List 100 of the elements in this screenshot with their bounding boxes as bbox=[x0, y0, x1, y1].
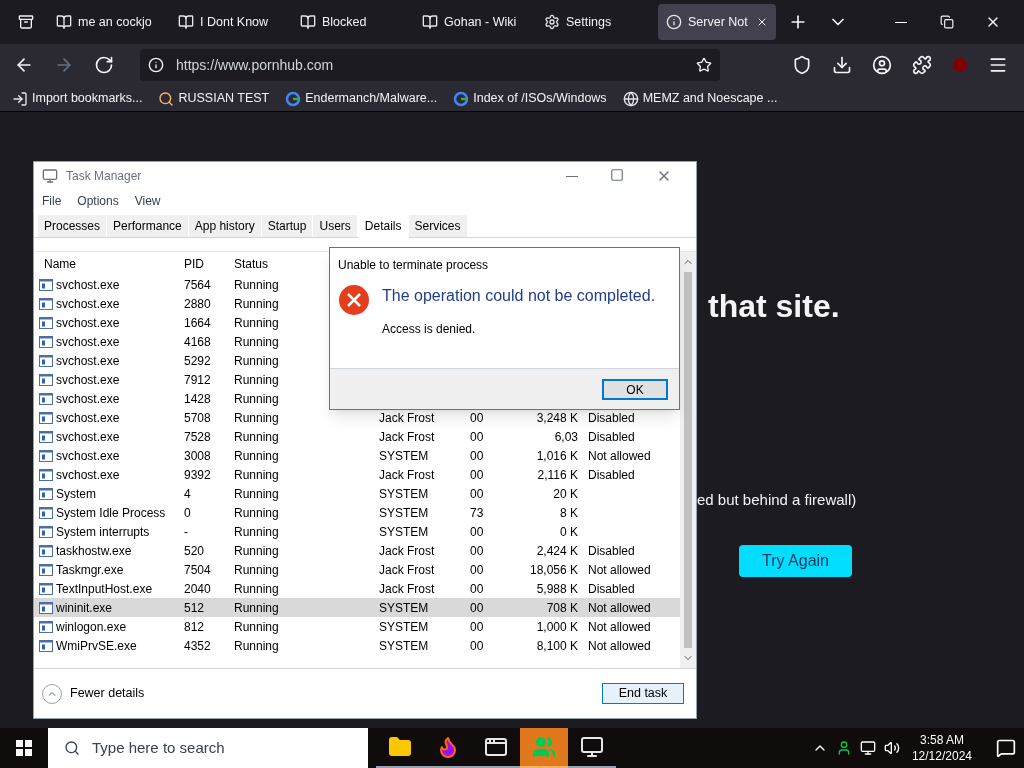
table-cell: Running bbox=[234, 619, 279, 634]
table-cell-text: svchost.exe bbox=[56, 352, 120, 370]
table-cell-text: svchost.exe bbox=[56, 276, 120, 294]
table-cell-text: svchost.exe bbox=[56, 390, 120, 408]
table-cell-text: svchost.exe bbox=[56, 314, 120, 332]
dialog-message: Access is denied. bbox=[382, 321, 477, 338]
table-cell: 0 bbox=[184, 505, 191, 520]
table-cell: SYSTEM bbox=[379, 524, 429, 539]
url-text: https://www.pornhub.com bbox=[176, 55, 334, 75]
table-cell: Running bbox=[234, 505, 279, 520]
table-cell: Running bbox=[234, 334, 279, 349]
table-cell-text: Taskmgr.exe bbox=[56, 561, 124, 579]
table-cell: Running bbox=[234, 486, 279, 501]
table-cell: Running bbox=[234, 467, 279, 482]
table-cell-text: svchost.exe bbox=[56, 428, 120, 446]
table-cell: Not allowed bbox=[588, 562, 651, 577]
table-cell-text: System Idle Process bbox=[56, 504, 166, 522]
table-cell: 00 bbox=[470, 467, 484, 482]
table-cell: Disabled bbox=[588, 543, 635, 558]
table-cell-text: svchost.exe bbox=[56, 371, 120, 389]
table-cell: Running bbox=[234, 448, 279, 463]
dialog-title: Unable to terminate process bbox=[337, 257, 490, 274]
table-cell: Running bbox=[234, 391, 279, 406]
table-cell: Running bbox=[234, 581, 279, 596]
table-cell: Jack Frost bbox=[379, 410, 435, 425]
table-cell: 2880 bbox=[184, 296, 211, 311]
table-cell: 00 bbox=[470, 619, 484, 634]
table-cell: Disabled bbox=[588, 581, 635, 596]
table-cell: 520 bbox=[184, 543, 205, 558]
table-cell: - bbox=[184, 524, 188, 539]
dialog-heading: The operation could not be completed. bbox=[382, 286, 656, 306]
table-cell: 18,056 K bbox=[529, 562, 578, 577]
table-cell-text: svchost.exe bbox=[56, 466, 120, 484]
table-cell: 512 bbox=[184, 600, 205, 615]
table-cell-text: taskhostw.exe bbox=[56, 542, 132, 560]
tab-title: me an cockjo bbox=[78, 13, 152, 31]
table-cell: Running bbox=[234, 429, 279, 444]
table-cell-text: winlogon.exe bbox=[56, 618, 127, 636]
table-cell: 7528 bbox=[184, 429, 211, 444]
table-cell: 00 bbox=[470, 524, 484, 539]
table-cell: 7564 bbox=[184, 277, 211, 292]
table-cell: Jack Frost bbox=[379, 562, 435, 577]
table-cell: SYSTEM bbox=[379, 486, 429, 501]
table-cell: SYSTEM bbox=[379, 638, 429, 653]
table-cell: Running bbox=[234, 277, 279, 292]
table-cell: 00 bbox=[470, 410, 484, 425]
table-cell: 00 bbox=[470, 638, 484, 653]
table-cell: 8 K bbox=[560, 505, 578, 520]
table-cell: 73 bbox=[470, 505, 484, 520]
table-cell: SYSTEM bbox=[379, 505, 429, 520]
table-cell: 2,116 K bbox=[537, 467, 578, 482]
table-cell: 4 bbox=[184, 486, 191, 501]
table-cell-text: svchost.exe bbox=[56, 447, 120, 465]
table-cell: 5708 bbox=[184, 410, 211, 425]
table-cell: 4168 bbox=[184, 334, 211, 349]
table-cell: Running bbox=[234, 372, 279, 387]
table-cell: Running bbox=[234, 562, 279, 577]
table-cell: 1664 bbox=[184, 315, 211, 330]
table-cell: Disabled bbox=[588, 467, 635, 482]
table-cell: 3,248 K bbox=[536, 410, 578, 425]
table-cell: 00 bbox=[470, 448, 484, 463]
table-cell: Jack Frost bbox=[379, 581, 435, 596]
table-cell: 1,016 K bbox=[536, 448, 578, 463]
table-cell-text: svchost.exe bbox=[56, 333, 120, 351]
tab-title: Settings bbox=[566, 13, 612, 31]
table-cell: Running bbox=[234, 543, 279, 558]
table-cell: Not allowed bbox=[588, 448, 651, 463]
table-cell: Not allowed bbox=[588, 619, 651, 634]
table-cell: Not allowed bbox=[588, 638, 651, 653]
table-cell: 00 bbox=[470, 581, 484, 596]
table-cell: 3008 bbox=[184, 448, 211, 463]
table-cell: SYSTEM bbox=[379, 448, 429, 463]
table-cell: Jack Frost bbox=[379, 429, 435, 444]
table-cell: 708 K bbox=[546, 600, 578, 615]
table-cell: Running bbox=[234, 410, 279, 425]
table-cell: Disabled bbox=[588, 410, 635, 425]
page-note: ed but behind a firewall) bbox=[697, 490, 857, 510]
table-cell: Running bbox=[234, 600, 279, 615]
window-title: Task Manager bbox=[66, 168, 142, 185]
table-cell: 00 bbox=[470, 600, 484, 615]
table-cell: 00 bbox=[470, 486, 484, 501]
table-cell: SYSTEM bbox=[379, 600, 429, 615]
table-cell-text: WmiPrvSE.exe bbox=[56, 637, 137, 655]
table-cell: 1,000 K bbox=[536, 619, 578, 634]
table-cell: Running bbox=[234, 638, 279, 653]
table-cell: Running bbox=[234, 353, 279, 368]
tab-title: I Dont Know bbox=[200, 13, 269, 31]
table-cell-text: svchost.exe bbox=[56, 295, 120, 313]
table-cell-text: System bbox=[56, 485, 96, 503]
table-cell: 2,424 K bbox=[536, 543, 578, 558]
table-cell: 7912 bbox=[184, 372, 211, 387]
table-cell: 00 bbox=[470, 543, 484, 558]
table-cell: 8,100 K bbox=[536, 638, 578, 653]
tab-title: Server Not bbox=[688, 13, 748, 31]
table-cell: 20 K bbox=[553, 486, 578, 501]
table-cell: Running bbox=[234, 296, 279, 311]
table-cell: 5292 bbox=[184, 353, 211, 368]
table-cell: Running bbox=[234, 524, 279, 539]
table-cell: 00 bbox=[470, 562, 484, 577]
table-cell: 0 K bbox=[560, 524, 578, 539]
